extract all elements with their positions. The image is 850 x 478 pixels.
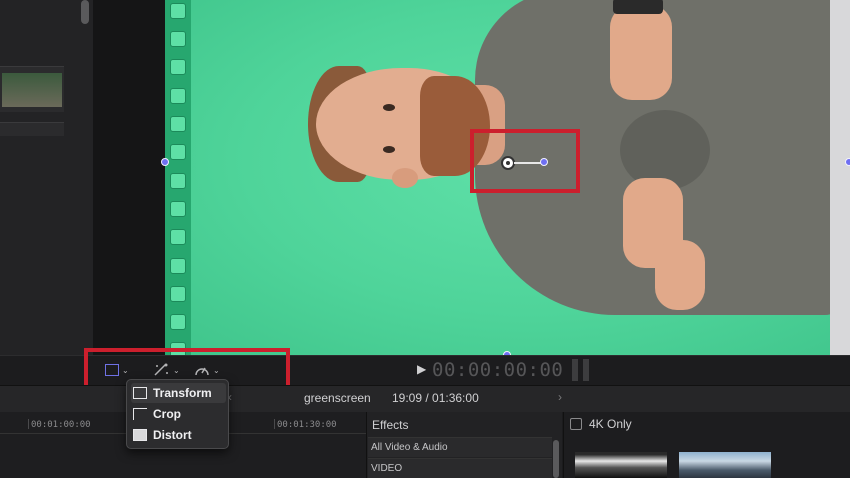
- ruler-label: 00:01:00:00: [31, 420, 91, 430]
- transform-handle-right[interactable]: [845, 158, 850, 166]
- clip-thumbnail[interactable]: [0, 66, 64, 112]
- viewer-right-edge: [830, 0, 850, 355]
- audio-meter-left: [572, 359, 578, 381]
- effects-title: Effects: [372, 418, 409, 432]
- 4k-only-label: 4K Only: [589, 417, 632, 431]
- distort-icon: [133, 429, 147, 441]
- effect-preview-thumbnail[interactable]: [575, 452, 667, 478]
- menu-item-label: Crop: [153, 407, 181, 421]
- forward-arrow-icon[interactable]: ›: [558, 390, 562, 404]
- menu-item-label: Distort: [153, 428, 192, 442]
- menu-item-crop[interactable]: Crop: [131, 404, 226, 424]
- menu-item-label: Transform: [153, 386, 212, 400]
- viewer-filmstrip-edge: [165, 0, 191, 358]
- audio-meter-right: [583, 359, 589, 381]
- transform-handle-left[interactable]: [161, 158, 169, 166]
- crop-icon: [133, 408, 147, 420]
- library-browser: [0, 0, 93, 355]
- transform-icon: [133, 387, 147, 399]
- clip-filmstrip-bar[interactable]: [0, 122, 64, 136]
- viewer-timecode: 00:00:00:00: [432, 359, 564, 381]
- rotation-handle-highlight: [470, 129, 580, 193]
- project-name: greenscreen: [304, 391, 371, 405]
- effects-scrollbar[interactable]: [553, 440, 559, 478]
- effects-category-all[interactable]: All Video & Audio: [368, 437, 552, 457]
- transform-popup-menu: Transform Crop Distort: [126, 379, 229, 449]
- menu-item-distort[interactable]: Distort: [131, 425, 226, 445]
- play-button[interactable]: ▶: [417, 362, 426, 376]
- ruler-label: 00:01:30:00: [277, 420, 337, 430]
- project-duration: 19:09 / 01:36:00: [392, 391, 479, 405]
- 4k-only-checkbox[interactable]: [570, 418, 582, 430]
- menu-item-transform[interactable]: Transform: [131, 383, 226, 403]
- effects-category-video[interactable]: VIDEO: [368, 458, 552, 478]
- effect-preview-thumbnail[interactable]: [679, 452, 771, 478]
- browser-scrollbar[interactable]: [81, 0, 89, 24]
